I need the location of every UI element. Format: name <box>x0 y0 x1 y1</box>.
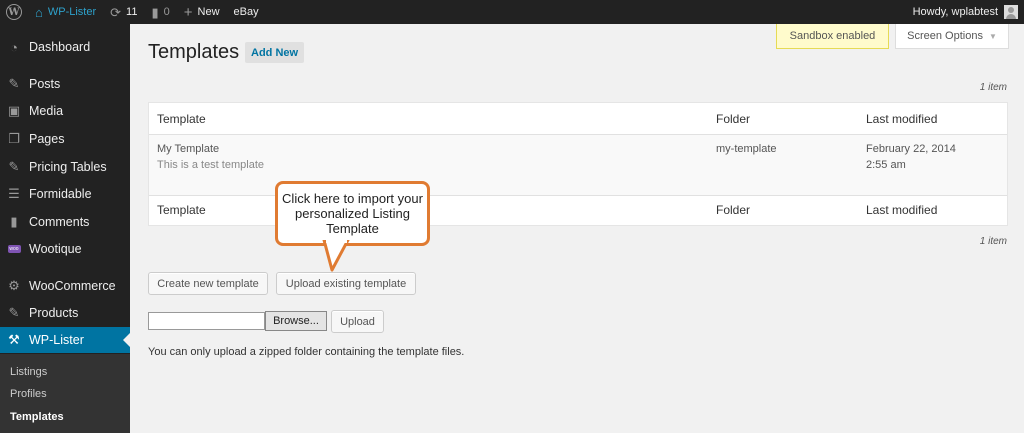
ebay-link[interactable]: eBay <box>227 0 266 24</box>
admin-bar: W ⌂ WP-Lister ⟳ 11 ▮ 0 + New eBay Howdy,… <box>0 0 1024 24</box>
sidebar-item-formidable[interactable]: ☰ Formidable <box>0 181 130 207</box>
pin-icon: ✎ <box>8 76 20 91</box>
template-description: This is a test template <box>157 159 264 171</box>
browse-button[interactable]: Browse... <box>265 311 327 331</box>
submenu-item-listings[interactable]: Listings <box>10 366 47 378</box>
chevron-down-icon: ▼ <box>988 31 997 41</box>
sidebar-item-pages[interactable]: ❐ Pages <box>0 126 130 152</box>
comment-icon: ▮ <box>10 214 18 229</box>
submenu-item-templates[interactable]: Templates <box>10 411 64 423</box>
new-content-link[interactable]: + New <box>177 0 227 24</box>
sidebar-item-products[interactable]: ✎ Products <box>0 300 130 326</box>
media-icon: ▣ <box>7 103 21 118</box>
upload-button[interactable]: Upload <box>331 310 384 333</box>
sidebar-item-dashboard[interactable]: ◔ Dashboard <box>0 34 130 60</box>
updates-link[interactable]: ⟳ 11 <box>103 0 144 24</box>
page-title: Templates <box>148 41 240 63</box>
file-path-input[interactable] <box>148 312 265 330</box>
callout-text: Click here to import your personalized L… <box>282 191 423 236</box>
template-name-link[interactable]: My Template <box>157 143 219 155</box>
column-footer-folder[interactable]: Folder <box>716 203 750 217</box>
column-header-folder[interactable]: Folder <box>716 112 750 126</box>
woo-icon: woo <box>7 245 21 253</box>
sandbox-notice: Sandbox enabled <box>776 24 889 49</box>
upload-help-text: You can only upload a zipped folder cont… <box>148 346 465 358</box>
comments-link[interactable]: ▮ 0 <box>144 0 176 24</box>
sidebar-item-posts[interactable]: ✎ Posts <box>0 71 130 97</box>
comment-icon: ▮ <box>151 4 159 20</box>
column-footer-last-modified[interactable]: Last modified <box>866 203 937 217</box>
column-header-template[interactable]: Template <box>157 112 206 126</box>
wordpress-logo-icon[interactable]: W <box>0 0 28 24</box>
avatar <box>1004 5 1018 19</box>
template-date: February 22, 2014 <box>866 143 956 155</box>
refresh-icon: ⟳ <box>110 4 122 20</box>
add-new-button[interactable]: Add New <box>245 42 305 63</box>
import-callout: Click here to import your personalized L… <box>275 181 430 246</box>
upload-existing-template-button[interactable]: Upload existing template <box>276 272 416 295</box>
pages-icon: ❐ <box>8 131 20 146</box>
admin-sidebar: ◔ Dashboard ✎ Posts ▣ Media ❐ Pages ✎ Pr… <box>0 24 130 433</box>
sidebar-item-wp-lister[interactable]: ⚒ WP-Lister <box>0 327 130 353</box>
submenu-item-profiles[interactable]: Profiles <box>10 388 47 400</box>
screen-options-button[interactable]: Screen Options ▼ <box>895 24 1009 49</box>
create-new-template-button[interactable]: Create new template <box>148 272 268 295</box>
site-name-link[interactable]: ⌂ WP-Lister <box>28 0 103 24</box>
pin-icon: ✎ <box>8 159 20 174</box>
plus-icon: + <box>183 3 193 21</box>
callout-tail <box>322 240 350 272</box>
column-footer-template[interactable]: Template <box>157 203 206 217</box>
column-header-last-modified[interactable]: Last modified <box>866 112 937 126</box>
sidebar-item-comments[interactable]: ▮ Comments <box>0 209 130 235</box>
template-time: 2:55 am <box>866 159 906 171</box>
template-folder: my-template <box>716 143 777 155</box>
item-count-top: 1 item <box>979 82 1007 93</box>
wp-lister-submenu: Listings Profiles Templates <box>0 354 130 433</box>
sidebar-item-wootique[interactable]: woo Wootique <box>0 236 130 262</box>
hammer-icon: ⚒ <box>8 332 20 347</box>
item-count-bottom: 1 item <box>979 236 1007 247</box>
sidebar-item-media[interactable]: ▣ Media <box>0 98 130 124</box>
my-account-link[interactable]: Howdy, wplabtest <box>913 0 1024 24</box>
sidebar-item-woocommerce[interactable]: ⚙ WooCommerce <box>0 273 130 299</box>
home-icon: ⌂ <box>35 4 43 20</box>
pin-icon: ✎ <box>8 305 20 320</box>
dashboard-icon: ◔ <box>10 39 18 55</box>
gear-icon: ⚙ <box>8 278 20 293</box>
list-icon: ☰ <box>8 186 20 201</box>
sidebar-item-pricing-tables[interactable]: ✎ Pricing Tables <box>0 154 130 180</box>
